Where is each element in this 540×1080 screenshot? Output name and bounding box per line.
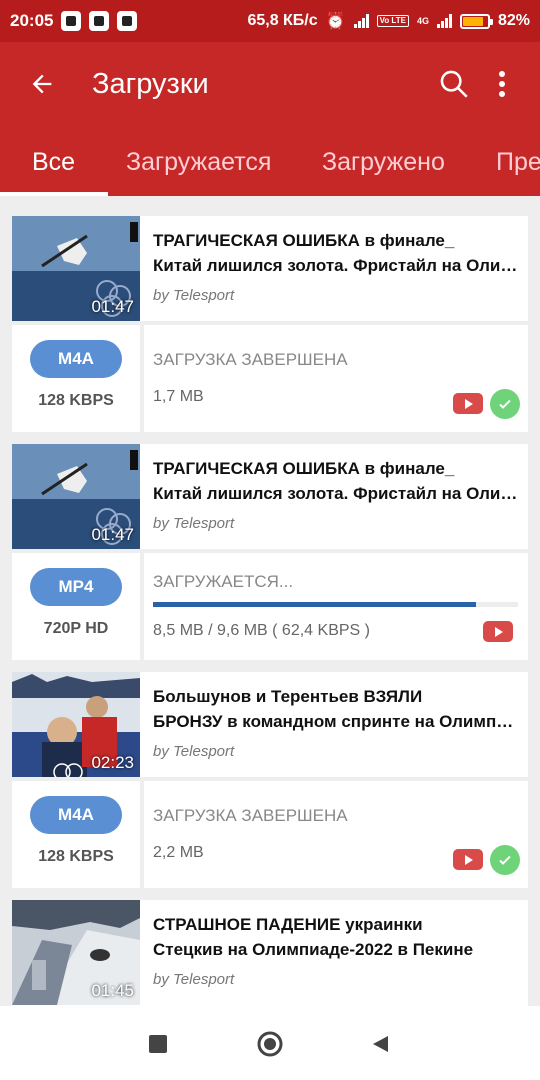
battery-percent: 82% [497,12,530,29]
download-item[interactable]: 01:47 ТРАГИЧЕСКАЯ ОШИБКА в финале_ Китай… [12,216,528,432]
app-bar: Загрузки [0,42,540,126]
check-icon [490,845,520,875]
download-status: ЗАГРУЗКА ЗАВЕРШЕНА [153,350,348,369]
video-title-line: Стецкив на Олимпиаде-2022 в Пекине [153,940,474,959]
back-arrow-icon[interactable] [18,60,66,108]
divider [12,777,528,781]
quality-label: 128 KBPS [38,848,114,865]
download-item[interactable]: 01:45 СТРАШНОЕ ПАДЕНИЕ украинки Стецкив … [12,900,528,1006]
video-title: ТРАГИЧЕСКАЯ ОШИБКА в финале_ Китай лишил… [153,456,518,506]
video-duration: 01:47 [91,297,134,316]
notification-app-icon [117,11,138,31]
video-title: Большунов и Терентьев ВЗЯЛИ БРОНЗУ в ком… [153,684,518,734]
file-size: 8,5 MB / 9,6 MB ( 62,4 KBPS ) [153,622,370,639]
clock: 20:05 [10,11,54,30]
back-triangle-icon[interactable] [366,1030,394,1058]
signal-icon [353,14,369,28]
divider [140,325,144,432]
tab-indicator [0,192,108,196]
tab-downloading[interactable]: Загружается [126,148,271,177]
format-badge: M4A [30,340,122,378]
video-title-line: ТРАГИЧЕСКАЯ ОШИБКА в финале_ [153,459,455,478]
recents-square-icon[interactable] [144,1030,172,1058]
quality-label: 720P HD [43,620,109,637]
video-duration: 02:23 [91,753,134,772]
video-author: by Telesport [153,971,235,988]
video-thumbnail[interactable]: 02:23 [12,672,140,777]
battery-icon [459,13,493,29]
video-title-line: Китай лишился золота. Фристайл на Олимпи… [153,256,518,275]
video-title: ТРАГИЧЕСКАЯ ОШИБКА в финале_ Китай лишил… [153,228,518,278]
video-thumbnail[interactable]: 01:45 [12,900,140,1005]
video-title-line: СТРАШНОЕ ПАДЕНИЕ украинки [153,915,423,934]
tab-bar: Все Загружается Загружено Пре [0,126,540,196]
video-author: by Telesport [153,743,235,760]
video-author: by Telesport [153,287,235,304]
youtube-icon[interactable] [453,849,483,870]
video-author: by Telesport [153,515,235,532]
alarm-off-icon: ⏰ [325,13,346,30]
video-title-line: Большунов и Терентьев ВЗЯЛИ [153,687,423,706]
format-badge: M4A [30,796,122,834]
network-type: 4G [416,16,429,26]
notification-app-icon [61,11,82,31]
tab-downloaded[interactable]: Загружено [322,148,445,177]
more-vertical-icon[interactable] [478,60,526,108]
volte-icon: Vo LTE [376,15,409,27]
check-icon [490,389,520,419]
notification-app-icon [89,11,110,31]
video-duration: 01:45 [91,981,134,1000]
youtube-icon[interactable] [453,393,483,414]
format-badge: MP4 [30,568,122,606]
video-thumbnail[interactable]: 01:47 [12,216,140,321]
divider [12,549,528,553]
tab-more[interactable]: Пре [496,148,540,177]
signal-icon [436,14,452,28]
tab-all[interactable]: Все [32,148,75,177]
video-thumbnail[interactable]: 01:47 [12,444,140,549]
download-item[interactable]: 02:23 Большунов и Терентьев ВЗЯЛИ БРОНЗУ… [12,672,528,888]
video-title: СТРАШНОЕ ПАДЕНИЕ украинки Стецкив на Оли… [153,912,518,962]
network-speed: 65,8 КБ/с [247,12,318,29]
home-circle-icon[interactable] [256,1030,284,1058]
divider [140,553,144,660]
download-status: ЗАГРУЖАЕТСЯ... [153,572,294,591]
system-nav-bar [0,1006,540,1080]
video-title-line: Китай лишился золота. Фристайл на Олимпи… [153,484,518,503]
divider [12,321,528,325]
page-title: Загрузки [92,67,209,100]
download-status: ЗАГРУЗКА ЗАВЕРШЕНА [153,806,348,825]
youtube-icon[interactable] [483,621,513,642]
status-bar: 20:05 65,8 КБ/с ⏰ Vo LTE 4G 82% [0,0,540,42]
file-size: 2,2 MB [153,844,204,861]
file-size: 1,7 MB [153,388,204,405]
download-progress-bar [153,602,518,607]
video-title-line: БРОНЗУ в командном спринте на Олимпиаде [153,712,518,731]
video-duration: 01:47 [91,525,134,544]
search-icon[interactable] [430,60,478,108]
download-item[interactable]: 01:47 ТРАГИЧЕСКАЯ ОШИБКА в финале_ Китай… [12,444,528,660]
divider [140,781,144,888]
video-title-line: ТРАГИЧЕСКАЯ ОШИБКА в финале_ [153,231,455,250]
quality-label: 128 KBPS [38,392,114,409]
